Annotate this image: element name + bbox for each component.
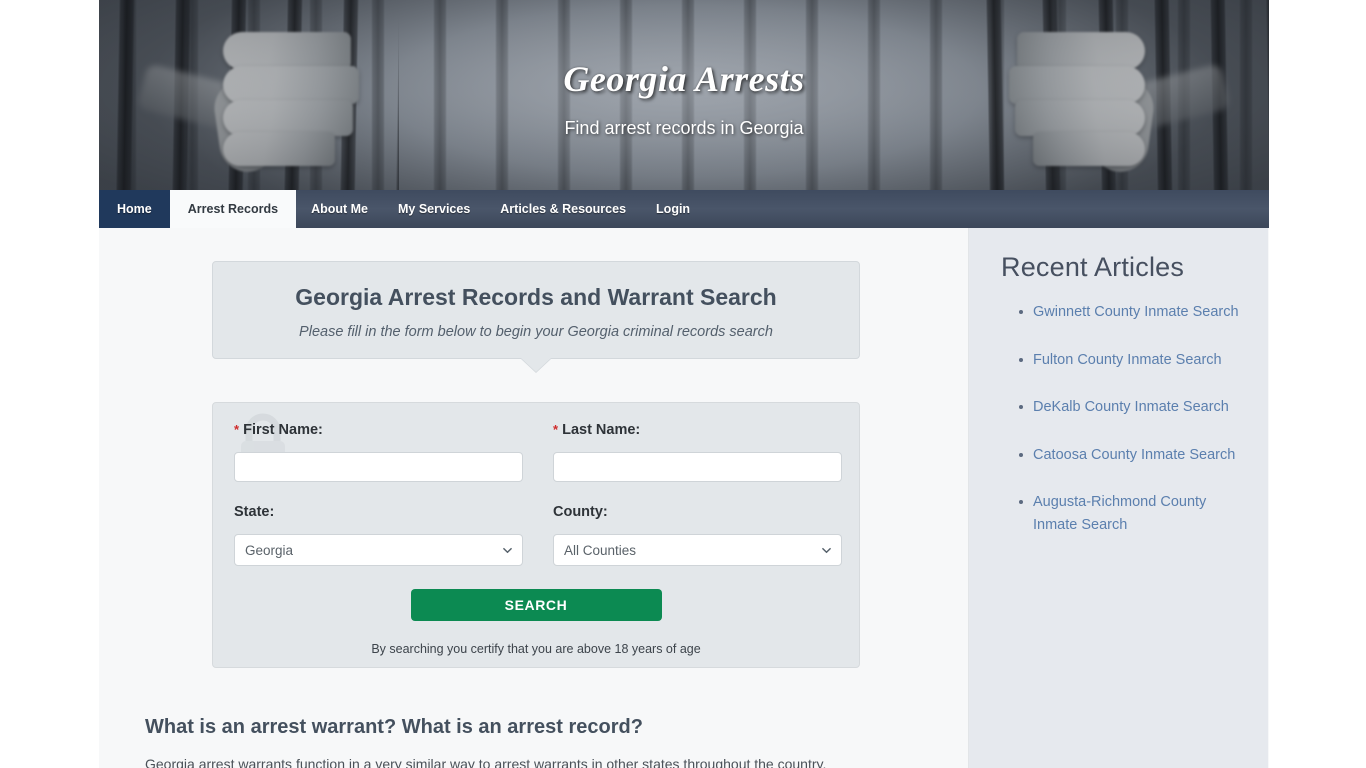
age-disclaimer: By searching you certify that you are ab… [371, 642, 701, 656]
search-callout: Georgia Arrest Records and Warrant Searc… [212, 261, 860, 372]
form-column-right: * Last Name: County: All Counties [553, 420, 842, 566]
last-name-label: * Last Name: [553, 420, 842, 440]
page-root: Georgia Arrests Find arrest records in G… [0, 0, 1366, 768]
form-fields-grid: * First Name: State: Georgia * Last Name… [213, 403, 859, 566]
site-container: Georgia Arrests Find arrest records in G… [99, 0, 1269, 768]
main-navigation: Home Arrest Records About Me My Services… [99, 190, 1269, 228]
article-section: What is an arrest warrant? What is an ar… [145, 716, 935, 768]
nav-item-articles-resources[interactable]: Articles & Resources [485, 190, 641, 228]
main-content: Georgia Arrest Records and Warrant Searc… [99, 228, 969, 768]
callout-subheading: Please fill in the form below to begin y… [299, 324, 773, 340]
list-item: Augusta-Richmond County Inmate Search [1019, 491, 1240, 561]
first-name-input[interactable] [234, 452, 523, 482]
site-title: Georgia Arrests [563, 59, 805, 99]
nav-item-home[interactable]: Home [99, 190, 170, 228]
state-label: State: [234, 504, 275, 520]
last-name-input[interactable] [553, 452, 842, 482]
sidebar-link-dekalb[interactable]: DeKalb County Inmate Search [1033, 399, 1229, 415]
nav-item-about-me[interactable]: About Me [296, 190, 383, 228]
county-select-wrapper: All Counties [553, 534, 842, 566]
first-name-label: * First Name: [234, 420, 523, 440]
search-button[interactable]: SEARCH [410, 589, 662, 621]
search-action-row: SEARCH By searching you certify that you… [213, 589, 859, 656]
site-tagline: Find arrest records in Georgia [564, 118, 804, 138]
sidebar: Recent Articles Gwinnett County Inmate S… [969, 228, 1268, 768]
article-paragraph: Georgia arrest warrants function in a ve… [145, 756, 827, 768]
sidebar-link-gwinnett[interactable]: Gwinnett County Inmate Search [1033, 304, 1239, 320]
body-wrapper: Georgia Arrest Records and Warrant Searc… [99, 228, 1269, 768]
list-item: Fulton County Inmate Search [1019, 349, 1240, 397]
callout-heading: Georgia Arrest Records and Warrant Searc… [295, 284, 777, 310]
county-select[interactable]: All Counties [553, 534, 842, 566]
site-header-banner: Georgia Arrests Find arrest records in G… [99, 0, 1269, 190]
banner-titles: Georgia Arrests Find arrest records in G… [99, 0, 1269, 139]
search-form-panel: * First Name: State: Georgia * Last Name… [212, 402, 860, 668]
form-column-left: * First Name: State: Georgia [234, 420, 523, 566]
nav-item-my-services[interactable]: My Services [383, 190, 485, 228]
nav-item-arrest-records[interactable]: Arrest Records [169, 190, 297, 228]
first-name-required-marker: * [234, 422, 240, 437]
state-select[interactable]: Georgia [234, 534, 523, 566]
state-select-wrapper: Georgia [234, 534, 523, 566]
last-name-required-marker: * [553, 422, 559, 437]
sidebar-link-augusta-richmond[interactable]: Augusta-Richmond County Inmate Search [1033, 494, 1206, 533]
first-name-label-text: First Name: [243, 422, 323, 438]
county-label: County: [553, 504, 608, 520]
nav-item-login[interactable]: Login [641, 190, 705, 228]
sidebar-link-fulton[interactable]: Fulton County Inmate Search [1033, 352, 1222, 368]
last-name-label-text: Last Name: [562, 422, 641, 438]
recent-articles-list: Gwinnett County Inmate Search Fulton Cou… [1001, 283, 1240, 561]
recent-articles-heading: Recent Articles [1001, 252, 1185, 282]
sidebar-inner: Recent Articles Gwinnett County Inmate S… [969, 228, 1268, 561]
sidebar-link-catoosa[interactable]: Catoosa County Inmate Search [1033, 447, 1235, 463]
callout-pointer [521, 358, 551, 372]
list-item: Catoosa County Inmate Search [1019, 444, 1240, 492]
list-item: Gwinnett County Inmate Search [1019, 301, 1240, 349]
list-item: DeKalb County Inmate Search [1019, 396, 1240, 444]
article-heading: What is an arrest warrant? What is an ar… [145, 716, 643, 738]
